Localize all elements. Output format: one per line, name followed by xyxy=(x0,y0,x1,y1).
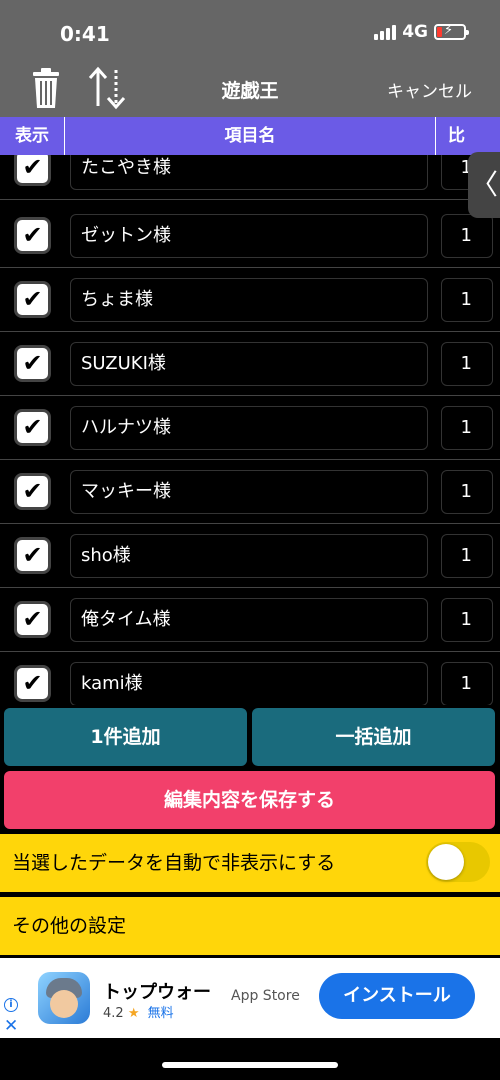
list-item: ✔ SUZUKI様 1 xyxy=(0,332,500,396)
item-list[interactable]: ✔ たこやき様 1 ✔ ゼットン様 1 ✔ ちょま様 1 ✔ SUZUKI様 1… xyxy=(0,155,500,705)
network-type: 4G xyxy=(402,22,428,42)
toggle-knob xyxy=(428,844,464,880)
status-indicators: 4G ⚡ xyxy=(374,22,469,42)
show-checkbox[interactable]: ✔ xyxy=(14,473,51,510)
item-name-field[interactable]: ちょま様 xyxy=(70,278,428,322)
ad-store-label: App Store xyxy=(231,988,300,1004)
item-ratio-field[interactable]: 1 xyxy=(441,406,493,450)
list-item: ✔ ちょま様 1 xyxy=(0,268,500,332)
ad-rating: 4.2 ★ 無料 xyxy=(103,1002,174,1021)
item-name-field[interactable]: ハルナツ様 xyxy=(70,406,428,450)
item-ratio-field[interactable]: 1 xyxy=(441,214,493,258)
column-header-name: 項目名 xyxy=(65,117,436,155)
item-name-field[interactable]: SUZUKI様 xyxy=(70,342,428,386)
item-ratio-field[interactable]: 1 xyxy=(441,470,493,514)
ad-price: 無料 xyxy=(147,1006,174,1021)
column-header-show: 表示 xyxy=(0,117,65,155)
show-checkbox[interactable]: ✔ xyxy=(14,217,51,254)
ad-banner[interactable]: i ✕ トップウォー 4.2 ★ 無料 App Store インストール xyxy=(0,958,500,1038)
add-one-button[interactable]: 1件追加 xyxy=(4,708,247,766)
home-indicator[interactable] xyxy=(162,1062,338,1068)
ad-close-icon[interactable]: ✕ xyxy=(4,1016,18,1036)
item-name-field[interactable]: たこやき様 xyxy=(70,155,428,190)
cancel-button[interactable]: キャンセル xyxy=(387,77,472,102)
item-ratio-field[interactable]: 1 xyxy=(441,662,493,705)
list-item: ✔ sho様 1 xyxy=(0,524,500,588)
top-bar: 0:41 4G ⚡ 遊戯王 キャンセル xyxy=(0,0,500,117)
list-item: ✔ ゼットン様 1 xyxy=(0,204,500,268)
item-name-field[interactable]: マッキー様 xyxy=(70,470,428,514)
star-icon: ★ xyxy=(127,1006,140,1021)
show-checkbox[interactable]: ✔ xyxy=(14,155,51,186)
item-name-field[interactable]: 俺タイム様 xyxy=(70,598,428,642)
item-ratio-field[interactable]: 1 xyxy=(441,278,493,322)
table-header: 表示 項目名 比 xyxy=(0,117,500,155)
show-checkbox[interactable]: ✔ xyxy=(14,665,51,702)
item-name-field[interactable]: ゼットン様 xyxy=(70,214,428,258)
save-button[interactable]: 編集内容を保存する xyxy=(4,771,495,829)
list-item: ✔ ハルナツ様 1 xyxy=(0,396,500,460)
auto-hide-label: 当選したデータを自動で非表示にする xyxy=(12,852,336,874)
show-checkbox[interactable]: ✔ xyxy=(14,345,51,382)
auto-hide-toggle[interactable] xyxy=(426,842,490,882)
item-name-field[interactable]: sho様 xyxy=(70,534,428,578)
list-item: ✔ kami様 1 xyxy=(0,652,500,705)
show-checkbox[interactable]: ✔ xyxy=(14,281,51,318)
list-item: ✔ たこやき様 1 xyxy=(0,155,500,200)
show-checkbox[interactable]: ✔ xyxy=(14,409,51,446)
side-panel-handle[interactable]: 〈 xyxy=(468,152,500,218)
auto-hide-setting: 当選したデータを自動で非表示にする xyxy=(0,834,500,892)
column-header-ratio: 比 xyxy=(448,126,465,146)
ad-app-name: トップウォー xyxy=(103,982,211,1003)
item-ratio-field[interactable]: 1 xyxy=(441,534,493,578)
item-name-field[interactable]: kami様 xyxy=(70,662,428,705)
bulk-add-button[interactable]: 一括追加 xyxy=(252,708,495,766)
ad-rating-value: 4.2 xyxy=(103,1006,124,1021)
other-settings-button[interactable]: その他の設定 xyxy=(0,897,500,955)
show-checkbox[interactable]: ✔ xyxy=(14,537,51,574)
install-button[interactable]: インストール xyxy=(319,973,475,1019)
item-ratio-field[interactable]: 1 xyxy=(441,342,493,386)
app-icon[interactable] xyxy=(38,972,90,1024)
ad-info-icon[interactable]: i xyxy=(4,998,18,1012)
show-checkbox[interactable]: ✔ xyxy=(14,601,51,638)
list-item: ✔ マッキー様 1 xyxy=(0,460,500,524)
status-time: 0:41 xyxy=(60,22,110,46)
item-ratio-field[interactable]: 1 xyxy=(441,598,493,642)
battery-icon: ⚡ xyxy=(434,23,469,40)
signal-icon xyxy=(374,24,397,40)
list-item: ✔ 俺タイム様 1 xyxy=(0,588,500,652)
